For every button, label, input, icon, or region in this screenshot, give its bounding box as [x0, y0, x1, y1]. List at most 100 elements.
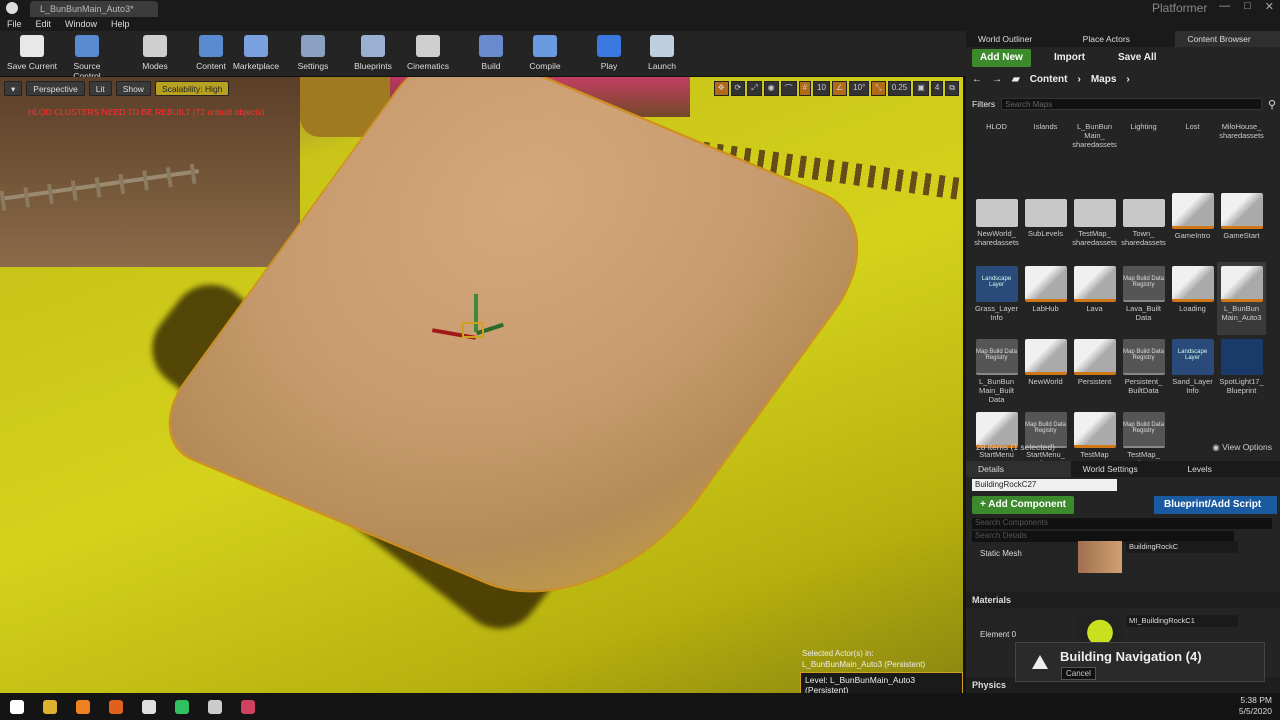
back-arrow-icon[interactable]: ← — [972, 74, 982, 85]
asset-tile[interactable]: Town_ sharedassets — [1119, 189, 1168, 262]
perspective-button[interactable]: Perspective — [26, 81, 85, 96]
asset-tile[interactable]: MiloHouse_ sharedassets — [1217, 116, 1266, 189]
static-mesh-combo[interactable]: BuildingRockC — [1126, 541, 1238, 553]
asset-tile[interactable]: GameIntro — [1168, 189, 1217, 262]
lit-button[interactable]: Lit — [88, 81, 112, 96]
asset-tile[interactable]: L_BunBun Main_Auto3 — [1217, 262, 1266, 335]
maximize-button[interactable]: □ — [1244, 0, 1251, 13]
asset-tile[interactable]: HLOD — [972, 116, 1021, 189]
maximize-viewport-icon[interactable]: ⧉ — [945, 81, 959, 96]
play-button[interactable]: Play — [581, 33, 637, 75]
notification-cancel-button[interactable]: Cancel — [1061, 667, 1096, 680]
blueprint-add-script-button[interactable]: Blueprint/Add Script — [1154, 496, 1277, 514]
gizmo-center[interactable] — [462, 322, 484, 338]
actor-name-field[interactable]: BuildingRockC27 — [972, 479, 1117, 491]
modes-button[interactable]: Modes — [127, 33, 183, 75]
search-components-input[interactable]: Search Components — [972, 518, 1272, 529]
obs-taskbar-button[interactable] — [198, 693, 231, 720]
menu-window[interactable]: Window — [65, 19, 97, 29]
tab-details[interactable]: Details — [966, 461, 1071, 477]
tab-content-browser[interactable]: Content Browser — [1175, 31, 1280, 47]
rotation-snap-value[interactable]: 10° — [849, 81, 870, 96]
world-icon[interactable]: ◉ — [763, 81, 779, 96]
filters-button[interactable]: Filters — [972, 99, 995, 109]
blueprints-button[interactable]: Blueprints — [345, 33, 401, 75]
grid-snap-icon[interactable]: # — [798, 81, 812, 96]
view-options-button[interactable]: ◉ View Options — [1212, 442, 1272, 453]
asset-tile[interactable]: Lighting — [1119, 116, 1168, 189]
viewport-options-button[interactable]: ▾ — [4, 81, 23, 96]
scale-snap-icon[interactable]: ⤡ — [871, 81, 886, 96]
scale-icon[interactable]: ⤢ — [747, 81, 762, 96]
search-maps-input[interactable]: Search Maps — [1001, 98, 1262, 110]
material-combo[interactable]: MI_BuildingRockC1 — [1126, 615, 1238, 627]
tab-levels[interactable]: Levels — [1175, 461, 1280, 477]
camera-speed-value[interactable]: 4 — [930, 81, 944, 96]
asset-tile[interactable]: NewWorld — [1021, 335, 1070, 408]
add-component-button[interactable]: + Add Component — [972, 496, 1075, 514]
items-count: 28 items (1 selected) — [976, 442, 1055, 452]
asset-tile[interactable]: Loading — [1168, 262, 1217, 335]
asset-tile[interactable]: Landscape Layer Grass_Layer Info — [972, 262, 1021, 335]
menu-file[interactable]: File — [7, 19, 22, 29]
launch-button[interactable]: Launch — [634, 33, 690, 75]
rotation-snap-icon[interactable]: ∠ — [832, 81, 848, 96]
source-control-button[interactable]: Source Control — [59, 33, 115, 81]
tab-world-outliner[interactable]: World Outliner — [966, 31, 1071, 47]
asset-tile[interactable]: L_BunBun Main_ sharedassets — [1070, 116, 1119, 189]
menu-edit[interactable]: Edit — [36, 19, 52, 29]
tab-world-settings[interactable]: World Settings — [1071, 461, 1176, 477]
firefox-taskbar-button[interactable] — [66, 693, 99, 720]
asset-tile[interactable]: Persistent — [1070, 335, 1119, 408]
asset-tile[interactable]: SubLevels — [1021, 189, 1070, 262]
breadcrumb-content[interactable]: Content — [1030, 74, 1068, 85]
close-button[interactable]: ✕ — [1265, 0, 1274, 13]
surface-snap-icon[interactable]: ⌒ — [780, 81, 797, 96]
document-tab[interactable]: L_BunBunMain_Auto3* — [30, 1, 158, 17]
camera-speed-icon[interactable]: ▣ — [913, 81, 929, 96]
asset-tile[interactable]: Lava — [1070, 262, 1119, 335]
scale-snap-value[interactable]: 0.25 — [887, 81, 912, 96]
tab-place-actors[interactable]: Place Actors — [1071, 31, 1176, 47]
rotate-icon[interactable]: ⟳ — [730, 81, 746, 96]
asset-tile[interactable]: TestMap_ sharedassets — [1070, 189, 1119, 262]
asset-tile[interactable]: Lost — [1168, 116, 1217, 189]
cinematics-button[interactable]: Cinematics — [400, 33, 456, 75]
unreal-taskbar-button[interactable] — [132, 693, 165, 720]
asset-tile[interactable]: GameStart — [1217, 189, 1266, 262]
asset-tile[interactable]: Landscape Layer Sand_Layer Info — [1168, 335, 1217, 408]
save-current-button[interactable]: Save Current — [4, 33, 60, 75]
show-button[interactable]: Show — [115, 81, 151, 96]
minimize-button[interactable]: — — [1219, 0, 1230, 13]
chrome-taskbar-button[interactable] — [33, 693, 66, 720]
asset-tile[interactable]: Map Build Data Registry Persistent_ Built… — [1119, 335, 1168, 408]
translate-icon[interactable]: ✥ — [713, 81, 729, 96]
save-all-button[interactable]: Save All — [1112, 49, 1163, 67]
asset-tile[interactable]: Map Build Data Registry Lava_Built Data — [1119, 262, 1168, 335]
import-button[interactable]: Import — [1048, 49, 1091, 67]
blender-taskbar-button[interactable] — [99, 693, 132, 720]
forward-arrow-icon[interactable]: → — [992, 74, 1002, 85]
app-taskbar-button[interactable] — [231, 693, 264, 720]
grid-size-value[interactable]: 10 — [813, 81, 830, 96]
compile-button[interactable]: Compile — [517, 33, 573, 75]
add-new-button[interactable]: Add New — [972, 49, 1031, 67]
static-mesh-thumbnail[interactable] — [1078, 541, 1122, 573]
scalability-button[interactable]: Scalability: High — [154, 81, 230, 96]
marketplace-button[interactable]: Marketplace — [228, 33, 284, 75]
build-button[interactable]: Build — [463, 33, 519, 75]
windows-start-taskbar-button[interactable] — [0, 693, 33, 720]
asset-tile[interactable]: SpotLight17_ Blueprint — [1217, 335, 1266, 408]
headset-taskbar-button[interactable] — [165, 693, 198, 720]
asset-tile[interactable]: Islands — [1021, 116, 1070, 189]
search-icon[interactable]: ⚲ — [1268, 98, 1276, 111]
settings-button[interactable]: Settings — [285, 33, 341, 75]
asset-tile[interactable]: NewWorld_ sharedassets — [972, 189, 1021, 262]
map-asset-icon — [1024, 339, 1067, 375]
level-viewport[interactable]: ▾ Perspective Lit Show Scalability: High… — [0, 77, 963, 693]
materials-section[interactable]: Materials — [966, 592, 1280, 608]
asset-tile[interactable]: Map Build Data Registry L_BunBun Main_Bui… — [972, 335, 1021, 408]
breadcrumb-maps[interactable]: Maps — [1091, 74, 1117, 85]
asset-tile[interactable]: LabHub — [1021, 262, 1070, 335]
menu-help[interactable]: Help — [111, 19, 130, 29]
